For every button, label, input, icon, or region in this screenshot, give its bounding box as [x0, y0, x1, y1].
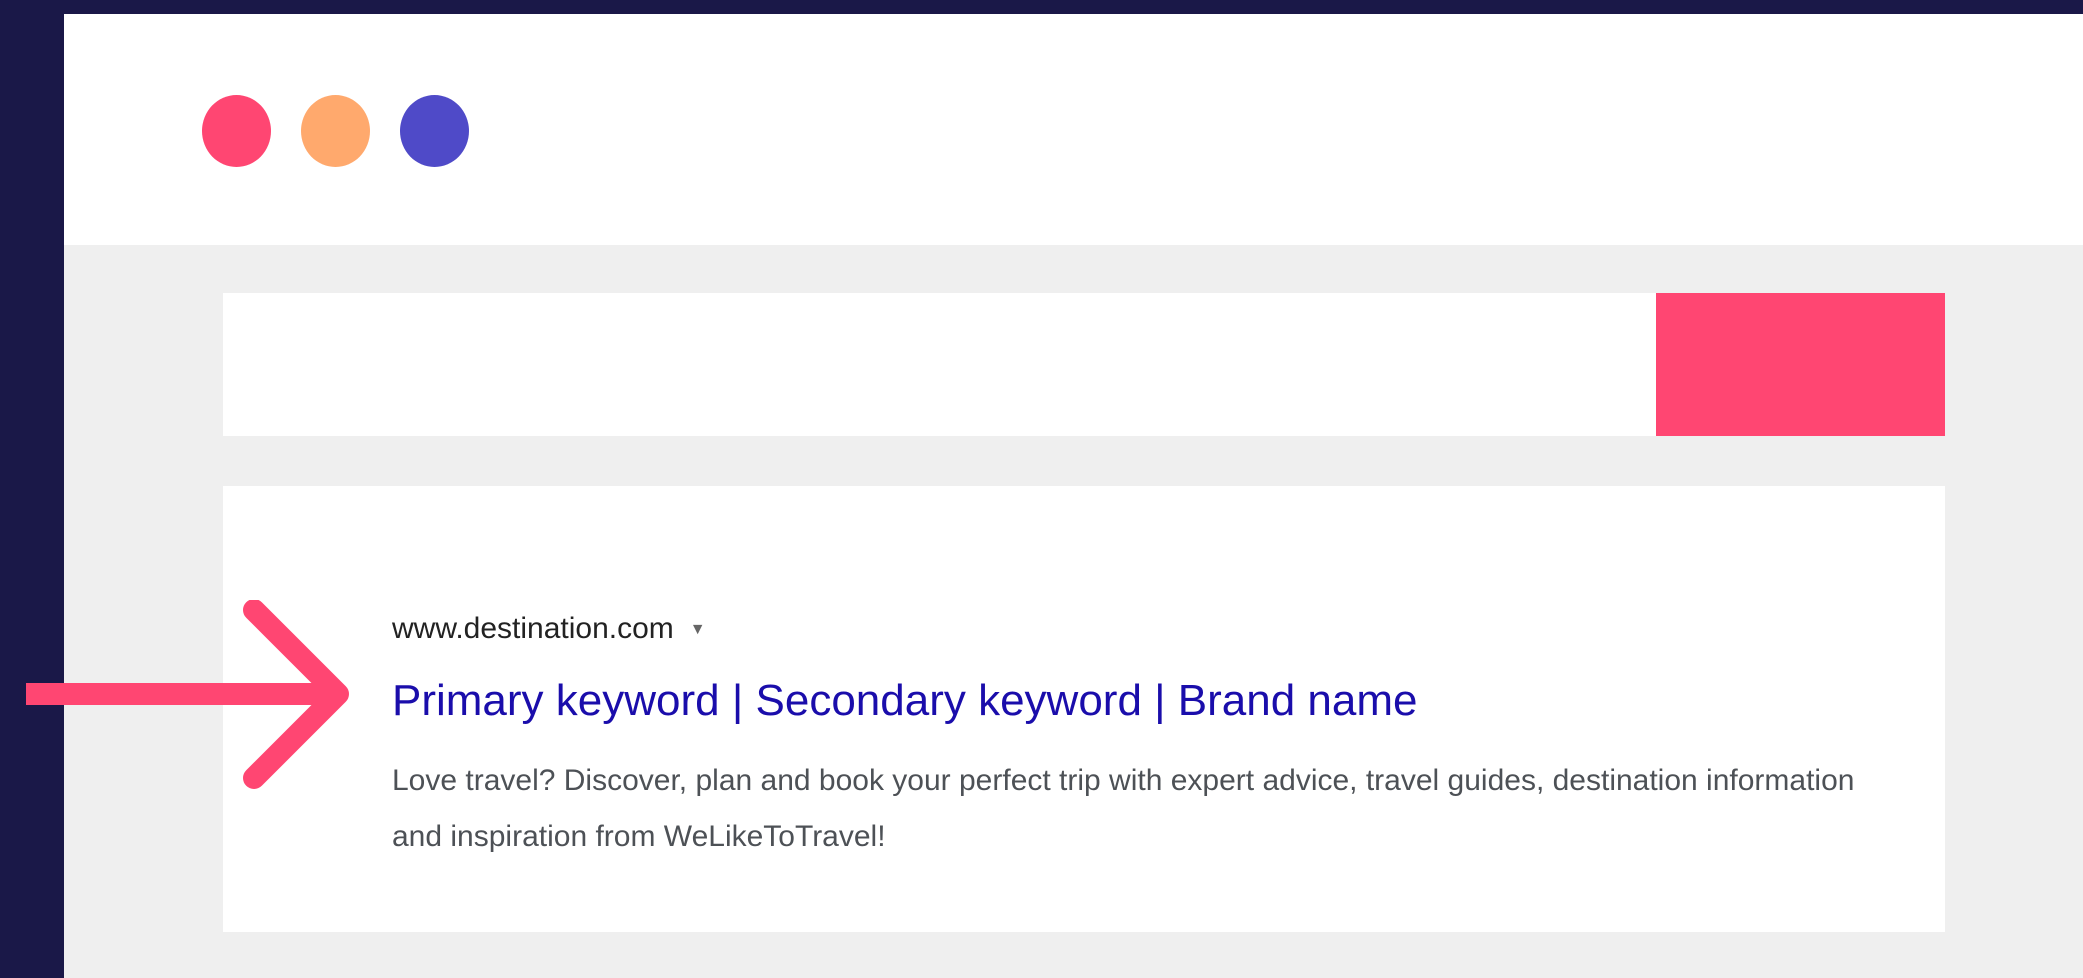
search-result-card: www.destination.com ▼ Primary keyword | S… [223, 486, 1945, 932]
minimize-dot-icon[interactable] [301, 95, 370, 167]
search-bar[interactable] [223, 293, 1945, 436]
result-description: Love travel? Discover, plan and book you… [392, 764, 1855, 853]
arrow-right-icon [26, 600, 349, 789]
browser-window: www.destination.com ▼ Primary keyword | S… [64, 14, 2083, 978]
close-dot-icon[interactable] [202, 95, 271, 167]
maximize-dot-icon[interactable] [400, 95, 469, 167]
result-url-text[interactable]: www.destination.com [392, 612, 674, 645]
result-url[interactable]: www.destination.com ▼ [392, 612, 706, 646]
result-title-link[interactable]: Primary keyword | Secondary keyword | Br… [392, 676, 1418, 726]
window-titlebar [64, 14, 2083, 245]
search-button[interactable] [1656, 293, 1945, 436]
caret-down-icon[interactable]: ▼ [690, 621, 706, 639]
